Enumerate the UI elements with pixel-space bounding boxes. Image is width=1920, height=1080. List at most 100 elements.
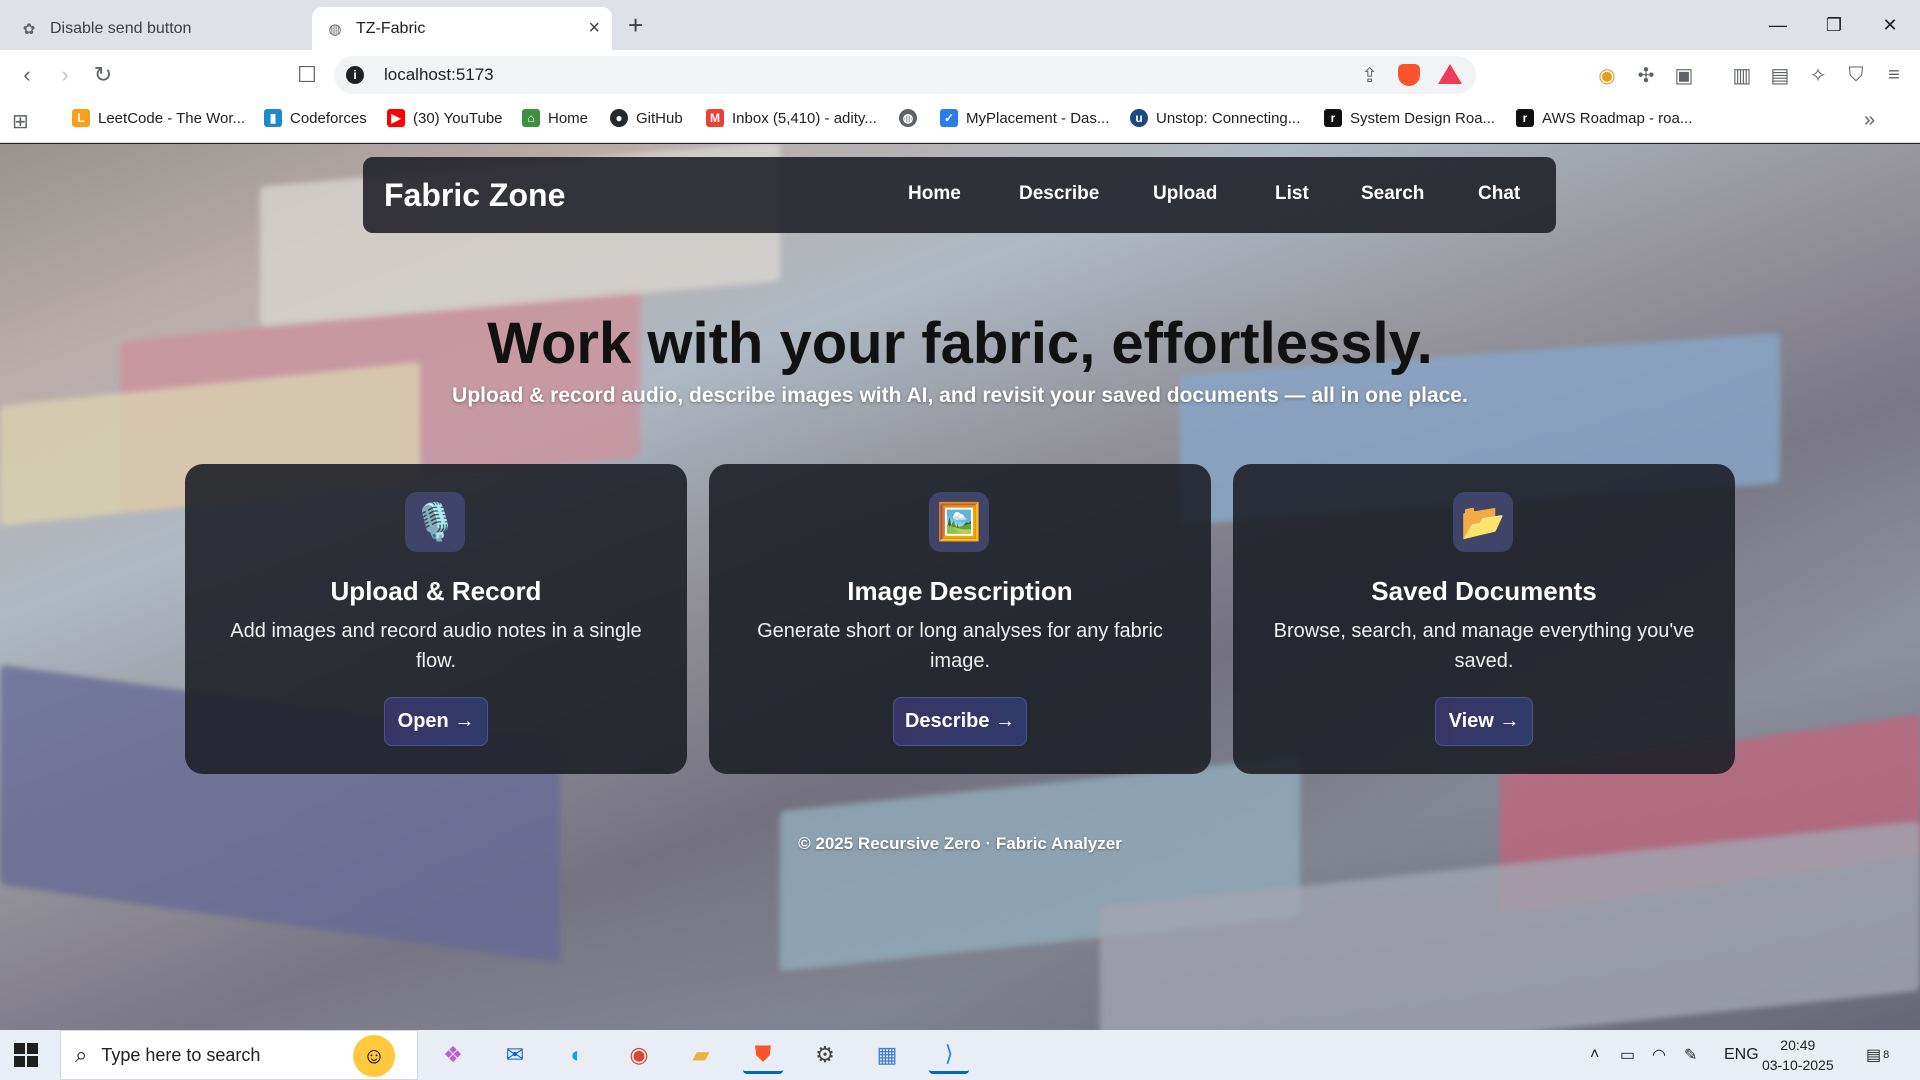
reload-button[interactable]: ↻ <box>88 60 118 90</box>
site-footer: © 2025 Recursive Zero · Fabric Analyzer <box>798 834 1122 853</box>
restore-button[interactable]: ❐ <box>1806 0 1862 50</box>
sidebar-icon[interactable]: ▥ <box>1729 62 1755 88</box>
myplacement-icon: ✓ <box>940 109 958 127</box>
bookmark-gmail[interactable]: M Inbox (5,410) - adity... <box>706 109 877 127</box>
bookmark-label: Inbox (5,410) - adity... <box>732 109 877 127</box>
bookmark-youtube[interactable]: ▶ (30) YouTube <box>387 109 503 127</box>
share-icon[interactable]: ⇪ <box>1361 63 1378 88</box>
hero-title: Work with your fabric, effortlessly. <box>487 311 1433 376</box>
youtube-icon: ▶ <box>387 109 405 127</box>
nav-describe[interactable]: Describe <box>1019 183 1099 205</box>
clock-time: 20:49 <box>1780 1037 1816 1053</box>
bookmark-globe[interactable]: ◍ <box>899 109 925 127</box>
close-window-button[interactable]: ✕ <box>1862 0 1918 50</box>
screenshot-icon[interactable]: ▣ <box>1671 62 1697 88</box>
bookmark-label: AWS Roadmap - roa... <box>1542 109 1693 127</box>
nav-home[interactable]: Home <box>908 183 961 205</box>
chrome-icon[interactable]: ◉ <box>619 1036 659 1074</box>
nav-chat[interactable]: Chat <box>1478 183 1520 205</box>
bookmark-label: GitHub <box>636 109 683 127</box>
chat-bubble-icon: ▤ <box>1866 1047 1882 1064</box>
bookmark-label: Unstop: Connecting... <box>1156 109 1301 127</box>
bookmark-aws-roadmap[interactable]: r AWS Roadmap - roa... <box>1516 109 1692 127</box>
codeforces-icon: ▮ <box>264 109 282 127</box>
hero-subtitle: Upload & record audio, describe images w… <box>452 384 1468 407</box>
notification-icon[interactable]: ▤ 8 <box>1866 1030 1889 1080</box>
notification-count: 8 <box>1883 1049 1890 1061</box>
system-clock[interactable]: 20:49 03-10-2025 <box>1762 1035 1834 1075</box>
new-tab-button[interactable]: + <box>628 10 643 41</box>
menu-icon[interactable]: ≡ <box>1881 62 1907 88</box>
taskbar-search[interactable]: ⌕ Type here to search ☺ <box>60 1030 418 1080</box>
weather-sun-icon[interactable]: ☺ <box>353 1035 395 1077</box>
wifi-icon[interactable]: ◠ <box>1652 1030 1666 1080</box>
roadmap-icon: r <box>1516 109 1534 127</box>
brave-taskbar-icon[interactable]: ⛊ <box>743 1036 783 1074</box>
language-indicator[interactable]: ENG <box>1724 1030 1759 1080</box>
gmail-icon: M <box>706 109 724 127</box>
globe-icon: ◍ <box>899 109 917 127</box>
extension-icon[interactable]: ◉ <box>1594 62 1620 88</box>
vscode-icon[interactable]: ⟩ <box>929 1036 969 1074</box>
card-description: Add images and record audio notes in a s… <box>230 620 642 672</box>
bookmark-home[interactable]: ⌂ Home <box>522 109 588 127</box>
back-button[interactable]: ‹ <box>12 60 42 90</box>
leo-ai-icon[interactable]: ✧ <box>1805 62 1831 88</box>
nav-list[interactable]: List <box>1275 183 1309 205</box>
vpn-icon[interactable]: ⛉ <box>1843 62 1869 88</box>
tab-disable-send-button[interactable]: ✿ Disable send button <box>6 7 306 50</box>
wallet-icon[interactable]: ▤ <box>1767 62 1793 88</box>
bookmark-codeforces[interactable]: ▮ Codeforces <box>264 109 367 127</box>
brave-shields-icon[interactable] <box>1398 64 1420 86</box>
edge-icon[interactable]: ◐ <box>557 1036 597 1074</box>
forward-button[interactable]: › <box>50 60 80 90</box>
open-button[interactable]: Open → <box>384 697 488 746</box>
bookmark-unstop[interactable]: u Unstop: Connecting... <box>1130 109 1300 127</box>
close-tab-icon[interactable]: × <box>588 17 600 40</box>
copilot-icon[interactable]: ❖ <box>433 1036 473 1074</box>
search-icon: ⌕ <box>75 1042 88 1067</box>
site-brand[interactable]: Fabric Zone <box>384 177 565 214</box>
describe-button[interactable]: Describe → <box>893 697 1027 746</box>
bookmark-icon[interactable]: ☐ <box>292 60 322 90</box>
control-panel-icon[interactable]: ▦ <box>867 1036 907 1074</box>
bookmark-label: Codeforces <box>290 109 367 127</box>
apps-icon[interactable]: ⊞ <box>12 109 29 134</box>
card-title: Saved Documents <box>1371 576 1597 606</box>
puzzle-icon[interactable]: ✣ <box>1633 62 1659 88</box>
show-hidden-icons[interactable]: ˄ <box>1590 1030 1599 1080</box>
openai-icon: ✿ <box>22 20 36 38</box>
settings-icon[interactable]: ⚙ <box>805 1036 845 1074</box>
bookmark-label: Home <box>548 109 589 127</box>
card-title: Image Description <box>847 576 1073 606</box>
card-title: Upload & Record <box>330 576 542 606</box>
battery-icon[interactable]: ▭ <box>1620 1030 1635 1080</box>
card-description: Generate short or long analyses for any … <box>757 620 1163 672</box>
bookmark-myplacement[interactable]: ✓ MyPlacement - Das... <box>940 109 1109 127</box>
outlook-icon[interactable]: ✉ <box>495 1036 535 1074</box>
card-saved-documents: 📂 Saved Documents Browse, search, and ma… <box>1233 464 1735 774</box>
site-info-icon[interactable]: i <box>346 66 364 84</box>
brave-rewards-icon[interactable] <box>1438 64 1462 84</box>
search-placeholder: Type here to search <box>101 1044 261 1065</box>
file-explorer-icon[interactable]: ▰ <box>681 1036 721 1074</box>
nav-search[interactable]: Search <box>1361 183 1424 205</box>
windows-start-icon[interactable] <box>14 1043 38 1067</box>
tab-tz-fabric[interactable]: ◍ TZ-Fabric × <box>312 7 612 50</box>
github-icon: ● <box>610 109 628 127</box>
microphone-icon: 🎙️ <box>405 492 465 552</box>
address-bar[interactable]: i localhost:5173 ⇪ <box>334 56 1476 94</box>
bookmarks-bar: ⊞ L LeetCode - The Wor... ▮ Codeforces ▶… <box>0 99 1920 143</box>
globe-icon: ◍ <box>328 20 342 38</box>
minimize-button[interactable]: — <box>1750 0 1806 50</box>
more-bookmarks-icon[interactable]: » <box>1864 109 1875 132</box>
bookmark-github[interactable]: ● GitHub <box>610 109 683 127</box>
url-text[interactable]: localhost:5173 <box>384 65 494 85</box>
bookmark-system-design[interactable]: r System Design Roa... <box>1324 109 1495 127</box>
site-navbar: Fabric Zone Home Describe Upload List Se… <box>363 157 1556 233</box>
bookmark-label: MyPlacement - Das... <box>966 109 1110 127</box>
view-button[interactable]: View → <box>1435 697 1533 746</box>
nav-upload[interactable]: Upload <box>1153 183 1217 205</box>
bookmark-leetcode[interactable]: L LeetCode - The Wor... <box>72 109 245 127</box>
pen-icon[interactable]: ✎ <box>1684 1030 1697 1080</box>
